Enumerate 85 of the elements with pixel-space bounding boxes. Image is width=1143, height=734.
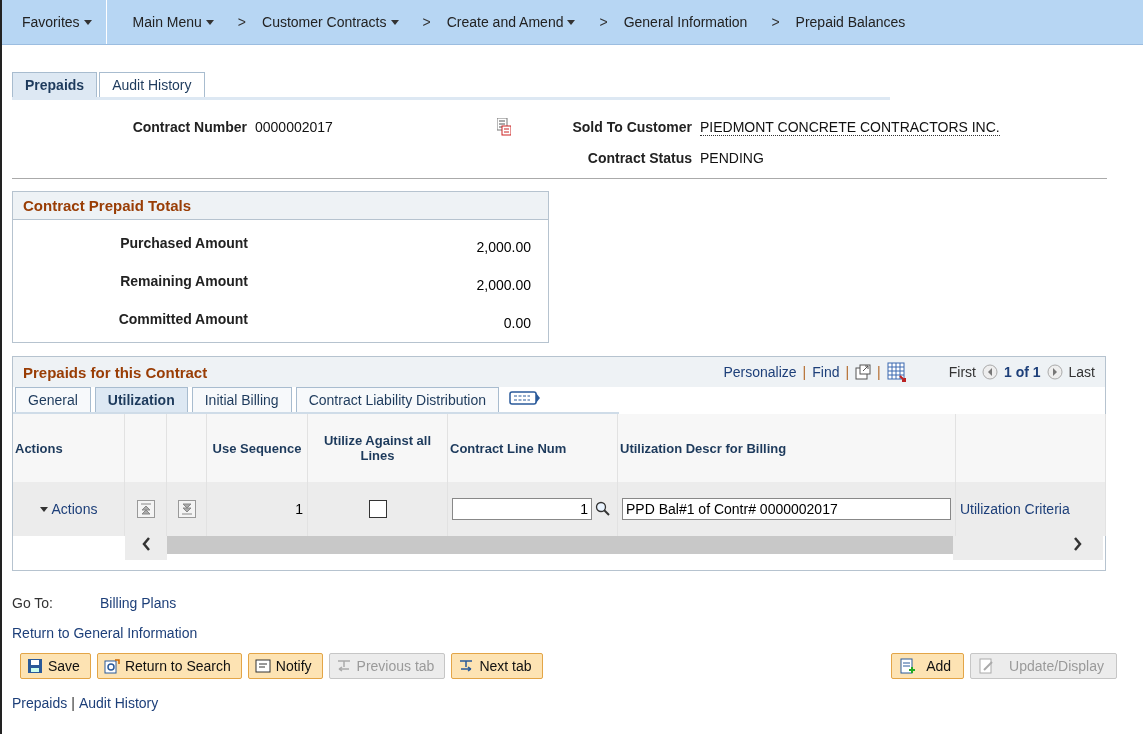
grid-tab[interactable]: Utilization: [94, 387, 188, 412]
scroll-button[interactable]: [125, 536, 167, 560]
breadcrumb-separator: >: [236, 14, 248, 30]
menu-item[interactable]: Prepaid Balances: [785, 0, 916, 44]
show-all-columns-icon: [509, 390, 542, 406]
tab-arrow-icon: [335, 658, 352, 674]
move-bottom-icon: [177, 500, 196, 518]
find-link[interactable]: Find: [812, 364, 840, 380]
separator: |: [802, 364, 807, 380]
amount-label: Purchased Amount: [119, 235, 248, 253]
pencil-page-icon: [979, 658, 996, 674]
separator: |: [845, 364, 850, 380]
scroll-left-icon: [141, 536, 151, 552]
toolbar-button[interactable]: Notify: [247, 653, 323, 679]
page-link[interactable]: Audit History: [78, 695, 159, 711]
menu-item[interactable]: Customer Contracts: [252, 0, 409, 44]
field-label: Contract Number: [131, 119, 247, 135]
column-header: Contract Line Num: [448, 414, 618, 482]
panel-title: Contract Prepaid Totals: [13, 192, 548, 220]
return-link[interactable]: Return to General Information: [12, 625, 198, 641]
page-link[interactable]: Prepaids: [12, 695, 68, 711]
previous-icon: [981, 364, 998, 380]
move-top-icon: [136, 500, 155, 518]
scrollbar-track[interactable]: [167, 536, 953, 554]
row-count: 1 of 1: [1003, 364, 1041, 380]
field-label: Contract Status: [586, 150, 692, 166]
personalize-link[interactable]: Personalize: [723, 364, 797, 380]
breadcrumb-separator: >: [421, 14, 432, 30]
menu-item[interactable]: General Information: [613, 0, 758, 44]
menu-item[interactable]: Create and Amend: [436, 0, 586, 44]
grid-tab[interactable]: General: [15, 387, 91, 412]
caret-icon: [205, 19, 214, 25]
toolbar-button[interactable]: Next tab: [451, 653, 543, 679]
amount-value: 2,000.00: [475, 239, 531, 255]
menu-item[interactable]: Main Menu: [122, 0, 224, 44]
search-icon: [103, 658, 120, 674]
amount-label: Committed Amount: [117, 311, 248, 329]
caret-icon: [83, 19, 92, 25]
tab-arrow-icon: [458, 658, 475, 674]
column-header: Use Sequence: [207, 414, 308, 482]
save-icon: [27, 658, 43, 674]
grid-tab[interactable]: Contract Liability Distribution: [295, 387, 500, 412]
column-header: Actions: [13, 414, 125, 482]
separator: |: [877, 364, 881, 380]
actions-menu[interactable]: Actions: [39, 501, 98, 517]
next-icon: [1046, 364, 1063, 380]
billing-plans-link[interactable]: Billing Plans: [100, 595, 177, 611]
toolbar-button[interactable]: Save: [20, 653, 91, 679]
toolbar-button[interactable]: Add: [891, 653, 965, 679]
first-label: First: [948, 364, 976, 380]
amount-label: Remaining Amount: [119, 273, 248, 291]
search-icon: [595, 501, 611, 517]
page-tab[interactable]: Prepaids: [12, 72, 98, 97]
toolbar-button[interactable]: Return to Search: [96, 653, 242, 679]
contract-number: 0000002017: [254, 119, 333, 135]
new-window-icon: [855, 364, 872, 380]
go-to-label: Go To:: [12, 595, 53, 611]
column-header: Utilize Against all Lines: [308, 414, 448, 482]
grid-tab[interactable]: Initial Billing: [191, 387, 292, 412]
document-icon: [497, 118, 511, 136]
page-tab[interactable]: Audit History: [99, 72, 205, 97]
note-icon: [254, 658, 271, 674]
add-icon: [900, 658, 917, 674]
amount-value: 0.00: [502, 315, 531, 331]
checkbox[interactable]: [368, 500, 387, 518]
contract-status: PENDING: [699, 150, 765, 166]
field-label: Sold To Customer: [572, 119, 692, 135]
last-label: Last: [1068, 364, 1095, 380]
separator: |: [71, 695, 75, 711]
table-cell: 1: [207, 482, 308, 536]
panel-title: Prepaids for this Contract: [23, 363, 209, 381]
description-field[interactable]: PPD Bal#1 of Contr# 0000002017: [622, 498, 951, 520]
line-number-field[interactable]: 1: [452, 498, 592, 520]
caret-icon: [39, 506, 48, 512]
scroll-right-icon: [1073, 536, 1083, 552]
menu-item[interactable]: Favorites: [2, 0, 107, 44]
grid-download-icon: [886, 362, 907, 382]
amount-value: 2,000.00: [475, 277, 531, 293]
column-header: Utilization Descr for Billing: [618, 414, 956, 482]
customer-name[interactable]: PIEDMONT CONCRETE CONTRACTORS INC.: [700, 118, 1000, 136]
breadcrumb-separator: >: [598, 14, 609, 30]
utilization-criteria-link[interactable]: Utilization Criteria: [960, 501, 1070, 517]
caret-icon: [390, 19, 399, 25]
breadcrumb-separator: >: [770, 14, 781, 30]
caret-icon: [567, 19, 576, 25]
